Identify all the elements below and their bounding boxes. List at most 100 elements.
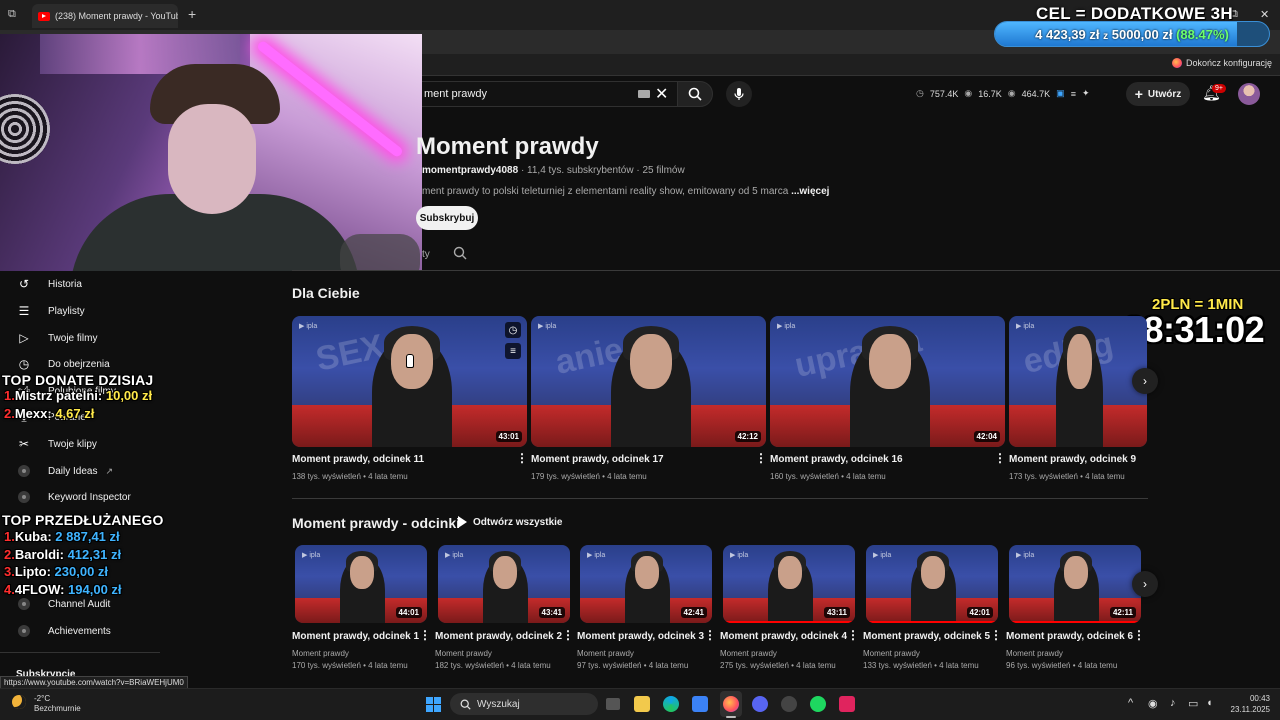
chevron-right-icon: › [1143,374,1147,388]
more-options-icon[interactable]: ⋮ [847,628,859,642]
file-explorer-icon[interactable] [634,696,650,712]
more-options-icon[interactable]: ⋮ [755,451,767,465]
channel-description[interactable]: ment prawdy to polski teleturniej z elem… [422,186,829,197]
tray-chevron-icon[interactable]: ^ [1128,697,1133,709]
more-options-icon[interactable]: ⋮ [419,628,431,642]
voice-search-button[interactable] [726,81,752,107]
sidebar-item[interactable]: Keyword Inspector [16,486,131,508]
donor-amount: 412,31 zł [63,546,122,562]
microphone-tray-icon[interactable]: ♪ [1170,697,1176,709]
store-icon[interactable] [692,696,708,712]
tray-app-icon[interactable]: ◉ [1148,697,1158,710]
task-view-icon[interactable] [606,698,620,710]
video-title[interactable]: Moment prawdy, odcinek 3 [577,631,704,642]
video-channel[interactable]: Moment prawdy [292,649,349,658]
more-options-icon[interactable]: ⋮ [562,628,574,642]
video-channel[interactable]: Moment prawdy [435,649,492,658]
extension-icon[interactable]: ▣ [1056,88,1065,99]
add-to-queue-icon[interactable]: ≡ [505,343,521,359]
video-thumbnail[interactable]: ▶ ipla 42:11 [1009,545,1141,623]
video-title[interactable]: Moment prawdy, odcinek 5 [863,631,990,642]
video-title[interactable]: Moment prawdy, odcinek 4 [720,631,847,642]
windows-start-icon[interactable] [426,697,441,712]
network-icon[interactable]: ▭ [1188,697,1198,710]
video-thumbnail[interactable]: aniem ▶ ipla 42:12 [531,316,766,447]
watch-later-icon[interactable]: ◷ [505,322,521,338]
video-channel[interactable]: Moment prawdy [720,649,777,658]
video-title[interactable]: Moment prawdy, odcinek 9 [1009,454,1136,465]
taskbar-search[interactable]: Wyszukaj [450,693,598,715]
video-title[interactable]: Moment prawdy, odcinek 17 [531,454,664,465]
more-options-icon[interactable]: ⋮ [1133,628,1145,642]
firefox-taskbar-icon[interactable] [723,696,739,712]
create-button[interactable]: + Utwórz [1126,82,1190,106]
tab-playlists[interactable]: ty [422,249,430,260]
weather-widget[interactable]: -2°C Bezchmurnie [34,694,81,714]
tubebuddy-icon[interactable]: ✦ [1082,88,1090,99]
avatar[interactable] [1238,83,1260,105]
taskbar-clock[interactable]: 00:43 23.11.2025 [1228,693,1270,715]
more-options-icon[interactable]: ⋮ [990,628,1002,642]
clear-search-icon[interactable]: ✕ [655,84,668,104]
channel-search-icon[interactable] [453,246,467,260]
rank: 1. [4,388,15,403]
spotify-icon[interactable] [810,696,826,712]
video-thumbnail[interactable]: uprawia ▶ ipla 42:04 [770,316,1005,447]
more-options-icon[interactable]: ⋮ [994,451,1006,465]
video-title[interactable]: Moment prawdy, odcinek 16 [770,454,903,465]
video-thumbnail[interactable]: ▶ ipla 43:11 [723,545,855,623]
more-options-icon[interactable]: ⋮ [516,451,528,465]
sidebar-item[interactable]: ☰ Playlisty [16,300,85,322]
video-thumbnail[interactable]: SEX ▶ ipla 43:01 ◷ ≡ [292,316,527,447]
volume-icon[interactable]: ◖ [1206,697,1213,709]
video-title[interactable]: Moment prawdy, odcinek 2 [435,631,562,642]
shelf-next-button[interactable]: › [1132,368,1158,394]
play-all-button[interactable]: Odtwórz wszystkie [458,516,562,528]
video-thumbnail[interactable]: ▶ ipla 42:41 [580,545,712,623]
goal-target: 5000,00 zł [1111,27,1173,42]
episodes-next-button[interactable]: › [1132,571,1158,597]
video-meta: 160 tys. wyświetleń • 4 lata temu [770,472,886,481]
sidebar-item[interactable]: ✂ Twoje klipy [16,433,97,455]
video-channel[interactable]: Moment prawdy [577,649,634,658]
search-button[interactable] [677,81,713,107]
sidebar-item[interactable]: Daily Ideas ↗ [16,460,113,482]
tiktok-icon[interactable] [839,696,855,712]
finish-setup-link[interactable]: Dokończ konfigurację [1171,58,1272,68]
video-thumbnail[interactable]: ▶ ipla 44:01 [295,545,427,623]
goal-progress-text: 4 423,39 zł z 5000,00 zł (88.47%) [995,27,1269,42]
sidebar-divider [0,652,160,653]
sidebar-item[interactable]: ▷ Twoje filmy [16,327,97,349]
sidebar-item-label: Do obejrzenia [48,358,110,370]
tab-list-icon[interactable]: ⧉ [8,8,16,21]
plus-icon: + [1134,86,1143,102]
browser-tab-youtube[interactable]: (238) Moment prawdy - YouTube ✕ [32,4,178,28]
video-thumbnail[interactable]: ▶ ipla 42:01 [866,545,998,623]
video-channel[interactable]: Moment prawdy [863,649,920,658]
donor-name: Lipto: [14,564,51,579]
video-title[interactable]: Moment prawdy, odcinek 1 [292,631,419,642]
weather-moon-icon[interactable] [12,695,26,709]
sidebar-item[interactable]: ↺ Historia [16,273,82,295]
edge-icon[interactable] [663,696,679,712]
close-window-icon[interactable]: ✕ [1260,8,1269,21]
discord-icon[interactable] [752,696,768,712]
more-options-icon[interactable]: ⋮ [704,628,716,642]
video-thumbnail[interactable]: ▶ ipla 43:41 [438,545,570,623]
subscribe-button[interactable]: Subskrybuj [416,206,478,230]
goal-current: 4 423,39 zł [1035,27,1100,42]
sidebar-item[interactable]: Achievements [16,620,111,642]
video-channel[interactable]: Moment prawdy [1006,649,1063,658]
more-link[interactable]: ...więcej [791,186,829,197]
video-icon: ▷ [19,331,29,345]
video-title[interactable]: Moment prawdy, odcinek 11 [292,454,424,465]
keyboard-icon[interactable] [638,90,650,98]
duration-badge: 44:01 [395,607,422,618]
list-icon[interactable]: ≡ [1071,89,1076,99]
video-thumbnail[interactable]: edług▶ ipla [1009,316,1147,447]
video-title[interactable]: Moment prawdy, odcinek 6 [1006,631,1133,642]
donor-name: Mexx: [14,405,52,421]
new-tab-button[interactable]: + [188,6,196,22]
history-icon: ↺ [18,277,30,291]
steam-icon[interactable] [781,696,797,712]
